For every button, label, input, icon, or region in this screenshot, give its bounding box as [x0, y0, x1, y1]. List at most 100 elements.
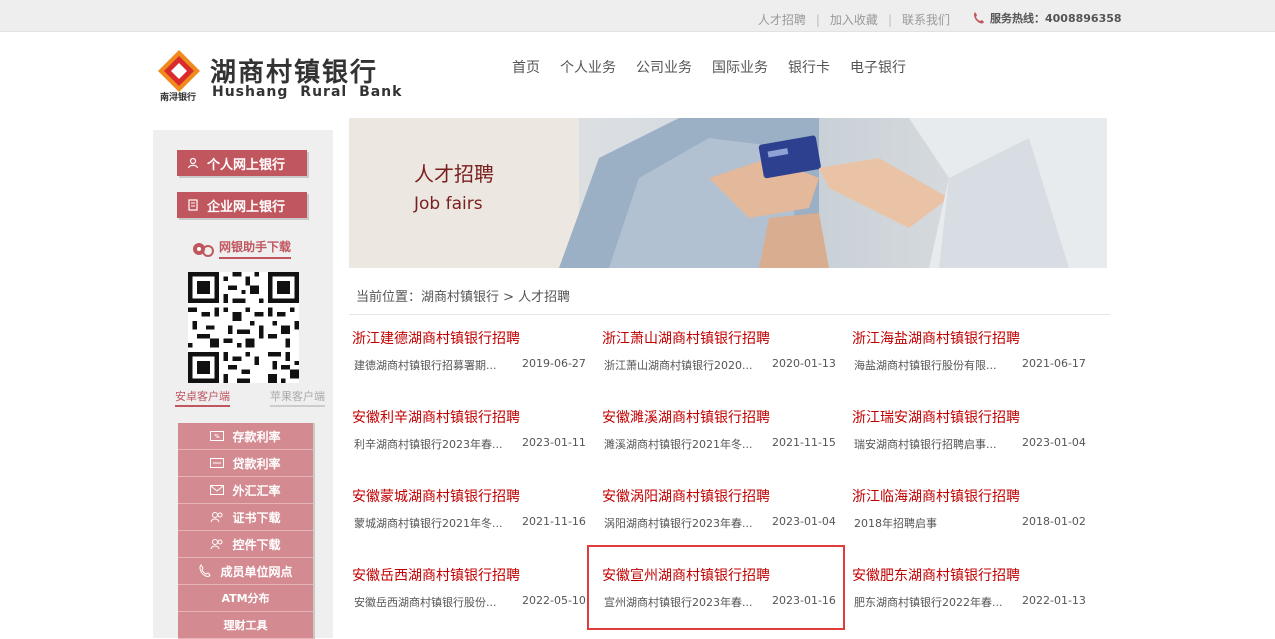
mail-icon	[210, 485, 225, 495]
sidebar-menu: % 存款利率 贷款利率 外汇汇率 证书下载 控件下载 成员单位网点 ATM分布 …	[178, 423, 313, 639]
selection-highlight	[587, 545, 845, 630]
qr-code-icon	[188, 272, 299, 383]
download-assistant-link[interactable]: 网银助手下载	[191, 238, 292, 259]
job-item[interactable]: 安徽利辛湖商村镇银行招聘 利辛湖商村镇银行2023年春... 2023-01-1…	[349, 401, 589, 476]
sidebar-item-label: 存款利率	[232, 429, 281, 444]
people-icon	[210, 539, 223, 550]
job-title[interactable]: 浙江瑞安湖商村镇银行招聘	[852, 407, 1020, 427]
nav-ebank[interactable]: 电子银行	[850, 57, 906, 77]
job-desc[interactable]: 建德湖商村镇银行招募署期...	[354, 357, 519, 373]
breadcrumb: 当前位置：湖商村镇银行 > 人才招聘	[356, 290, 571, 305]
sidebar-item-plugin-download[interactable]: 控件下载	[178, 531, 313, 558]
download-assistant-label: 网银助手下载	[219, 238, 292, 259]
job-date: 2021-06-17	[1022, 357, 1086, 370]
job-date: 2019-06-27	[522, 357, 586, 370]
job-item[interactable]: 浙江海盐湖商村镇银行招聘 海盐湖商村镇银行股份有限... 2021-06-17	[849, 322, 1089, 397]
tab-apple-client[interactable]: 苹果客户端	[270, 388, 325, 407]
job-title[interactable]: 安徽涡阳湖商村镇银行招聘	[602, 486, 770, 506]
nav-card[interactable]: 银行卡	[788, 57, 830, 77]
job-date: 2023-01-04	[772, 515, 836, 528]
sidebar-item-cert-download[interactable]: 证书下载	[178, 504, 313, 531]
job-desc[interactable]: 浙江萧山湖商村镇银行2020...	[604, 357, 769, 373]
job-desc[interactable]: 蒙城湖商村镇银行2021年冬...	[354, 515, 519, 531]
phone-icon	[974, 12, 984, 24]
nav-corporate[interactable]: 公司业务	[636, 57, 692, 77]
sidebar-item-label: 贷款利率	[232, 456, 281, 471]
job-item[interactable]: 安徽蒙城湖商村镇银行招聘 蒙城湖商村镇银行2021年冬... 2021-11-1…	[349, 480, 589, 555]
top-link-contact[interactable]: 联系我们	[892, 11, 960, 28]
top-bar: 人才招聘 | 加入收藏 | 联系我们 服务热线：4008896358	[0, 0, 1275, 32]
sidebar-item-atm[interactable]: ATM分布	[178, 585, 313, 612]
sidebar: 个人网上银行 企业网上银行 网银助手下载 安卓客户端 苹果客户端 % 存款利率 …	[153, 130, 333, 639]
job-desc[interactable]: 安徽岳西湖商村镇银行股份...	[354, 594, 519, 610]
building-icon	[188, 199, 198, 211]
job-date: 2018-01-02	[1022, 515, 1086, 528]
banner-hands-image	[349, 118, 1107, 268]
client-tabs: 安卓客户端 苹果客户端	[175, 388, 325, 407]
people-icon	[210, 512, 223, 523]
download-icon	[193, 242, 214, 257]
sidebar-item-exchange-rate[interactable]: 外汇汇率	[178, 477, 313, 504]
nav-international[interactable]: 国际业务	[712, 57, 768, 77]
job-item[interactable]: 安徽涡阳湖商村镇银行招聘 涡阳湖商村镇银行2023年春... 2023-01-0…	[599, 480, 839, 555]
job-desc[interactable]: 肥东湖商村镇银行2022年春...	[854, 594, 1019, 610]
divider	[349, 314, 1110, 315]
corporate-ebank-button[interactable]: 企业网上银行	[177, 192, 307, 218]
job-title[interactable]: 浙江海盐湖商村镇银行招聘	[852, 328, 1020, 348]
personal-ebank-label: 个人网上银行	[207, 157, 286, 173]
job-date: 2021-11-15	[772, 436, 836, 449]
nav-home[interactable]: 首页	[512, 57, 540, 77]
job-date: 2022-05-10	[522, 594, 586, 607]
logo-sub-text: 南浔银行	[160, 93, 197, 103]
job-date: 2020-01-13	[772, 357, 836, 370]
job-desc[interactable]: 涡阳湖商村镇银行2023年春...	[604, 515, 769, 531]
sidebar-item-finance-tools[interactable]: 理财工具	[178, 612, 313, 639]
top-link-favorite[interactable]: 加入收藏	[820, 11, 888, 28]
job-title[interactable]: 安徽濉溪湖商村镇银行招聘	[602, 407, 770, 427]
job-title[interactable]: 安徽肥东湖商村镇银行招聘	[852, 565, 1020, 585]
bank-logo[interactable]: 南浔银行 湖商村镇银行 Hushang Rural Bank	[156, 48, 416, 104]
top-links: 人才招聘 | 加入收藏 | 联系我们	[748, 11, 960, 28]
job-desc[interactable]: 瑞安湖商村镇银行招聘启事...	[854, 436, 1019, 452]
sidebar-item-label: 理财工具	[223, 619, 268, 632]
job-title[interactable]: 浙江萧山湖商村镇银行招聘	[602, 328, 770, 348]
recruit-banner: 人才招聘 Job fairs	[349, 118, 1107, 268]
sidebar-item-deposit-rate[interactable]: % 存款利率	[178, 423, 313, 450]
tab-android-client[interactable]: 安卓客户端	[175, 388, 230, 407]
job-date: 2021-11-16	[522, 515, 586, 528]
top-link-recruit[interactable]: 人才招聘	[748, 11, 816, 28]
job-item[interactable]: 安徽肥东湖商村镇银行招聘 肥东湖商村镇银行2022年春... 2022-01-1…	[849, 559, 1089, 634]
job-desc[interactable]: 濉溪湖商村镇银行2021年冬...	[604, 436, 769, 452]
sidebar-item-label: 控件下载	[232, 537, 281, 552]
job-date: 2022-01-13	[1022, 594, 1086, 607]
job-item[interactable]: 安徽濉溪湖商村镇银行招聘 濉溪湖商村镇银行2021年冬... 2021-11-1…	[599, 401, 839, 476]
job-item[interactable]: 浙江临海湖商村镇银行招聘 2018年招聘启事 2018-01-02	[849, 480, 1089, 555]
job-date: 2023-01-04	[1022, 436, 1086, 449]
job-desc[interactable]: 2018年招聘启事	[854, 515, 1019, 531]
hotline-text: 服务热线：4008896358	[990, 12, 1122, 25]
sidebar-item-label: 成员单位网点	[220, 564, 293, 579]
job-item[interactable]: 安徽岳西湖商村镇银行招聘 安徽岳西湖商村镇银行股份... 2022-05-10	[349, 559, 589, 634]
banner-title-en: Job fairs	[414, 194, 483, 214]
job-title[interactable]: 安徽岳西湖商村镇银行招聘	[352, 565, 520, 585]
job-item[interactable]: 浙江瑞安湖商村镇银行招聘 瑞安湖商村镇银行招聘启事... 2023-01-04	[849, 401, 1089, 476]
sidebar-item-loan-rate[interactable]: 贷款利率	[178, 450, 313, 477]
job-item[interactable]: 浙江萧山湖商村镇银行招聘 浙江萧山湖商村镇银行2020... 2020-01-1…	[599, 322, 839, 397]
job-title[interactable]: 浙江临海湖商村镇银行招聘	[852, 486, 1020, 506]
nav-personal[interactable]: 个人业务	[560, 57, 616, 77]
rate-icon: %	[210, 431, 225, 441]
svg-text:%: %	[215, 434, 220, 440]
user-icon	[187, 157, 199, 169]
sidebar-item-label: ATM分布	[221, 592, 270, 605]
sidebar-item-branches[interactable]: 成员单位网点	[178, 558, 313, 585]
job-item[interactable]: 浙江建德湖商村镇银行招聘 建德湖商村镇银行招募署期... 2019-06-27	[349, 322, 589, 397]
job-desc[interactable]: 海盐湖商村镇银行股份有限...	[854, 357, 1019, 373]
job-desc[interactable]: 利辛湖商村镇银行2023年春...	[354, 436, 519, 452]
job-title[interactable]: 安徽蒙城湖商村镇银行招聘	[352, 486, 520, 506]
job-title[interactable]: 浙江建德湖商村镇银行招聘	[352, 328, 520, 348]
sidebar-item-label: 外汇汇率	[232, 483, 281, 498]
phone-icon	[200, 564, 212, 577]
personal-ebank-button[interactable]: 个人网上银行	[177, 150, 307, 176]
job-title[interactable]: 安徽利辛湖商村镇银行招聘	[352, 407, 520, 427]
logo-name-en: Hushang Rural Bank	[212, 84, 403, 100]
